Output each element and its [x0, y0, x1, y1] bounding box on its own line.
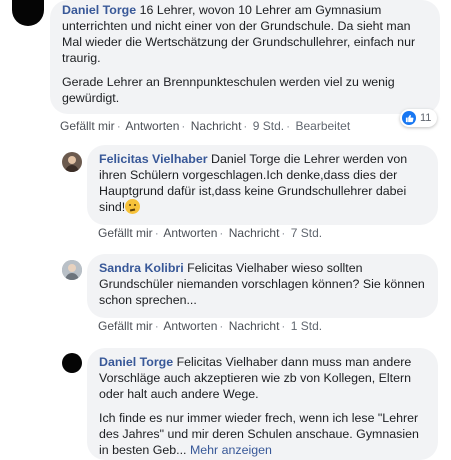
comment-actions: Gefällt mir · Antworten · Nachricht · 7 Std…: [98, 226, 323, 240]
comment-bubble: Daniel Torge 16 Lehrer, wovon 10 Lehrer …: [50, 0, 440, 114]
comment-text: Gerade Lehrer an Brennpunkteschulen werd…: [62, 75, 395, 105]
timestamp[interactable]: 7 Std.: [291, 226, 322, 240]
avatar-sandra-kolibri[interactable]: [62, 260, 82, 280]
comment-bubble: Daniel Torge Felicitas Vielhaber dann mu…: [87, 348, 438, 460]
message-link[interactable]: Nachricht: [229, 226, 280, 240]
edited-label: Bearbeitet: [295, 119, 351, 133]
reply-link[interactable]: Antworten: [163, 319, 217, 333]
reaction-count: 11: [420, 112, 432, 124]
comment-author[interactable]: Daniel Torge: [99, 355, 173, 369]
avatar-daniel-torge[interactable]: [62, 353, 82, 373]
comment-author[interactable]: Sandra Kolibri: [99, 261, 184, 275]
reply-link[interactable]: Antworten: [163, 226, 217, 240]
like-link[interactable]: Gefällt mir: [98, 319, 153, 333]
like-link[interactable]: Gefällt mir: [60, 119, 115, 133]
comment-bubble: Sandra Kolibri Felicitas Vielhaber wieso…: [87, 254, 438, 318]
comment-actions: Gefällt mir · Antworten · Nachricht · 1 Std…: [98, 319, 323, 333]
reaction-badge[interactable]: 11: [400, 109, 438, 127]
thinking-face-emoji: [125, 199, 141, 214]
avatar-daniel-torge[interactable]: [12, 0, 44, 26]
comment-bubble: Felicitas Vielhaber Daniel Torge die Leh…: [87, 145, 438, 225]
message-link[interactable]: Nachricht: [229, 319, 280, 333]
reply-link[interactable]: Antworten: [125, 119, 179, 133]
avatar-felicitas-vielhaber[interactable]: [62, 152, 82, 172]
timestamp[interactable]: 1 Std.: [291, 319, 322, 333]
message-link[interactable]: Nachricht: [191, 119, 242, 133]
comment-actions: Gefällt mir · Antworten · Nachricht · 9 Std…: [60, 119, 351, 133]
comment-author[interactable]: Felicitas Vielhaber: [99, 152, 208, 166]
see-more-link[interactable]: Mehr anzeigen: [190, 443, 272, 457]
thumbs-up-icon: [402, 111, 416, 125]
like-link[interactable]: Gefällt mir: [98, 226, 153, 240]
profile-photo-icon: [62, 260, 82, 280]
timestamp[interactable]: 9 Std.: [253, 119, 284, 133]
comment-author[interactable]: Daniel Torge: [62, 3, 136, 17]
profile-photo-icon: [65, 156, 79, 172]
